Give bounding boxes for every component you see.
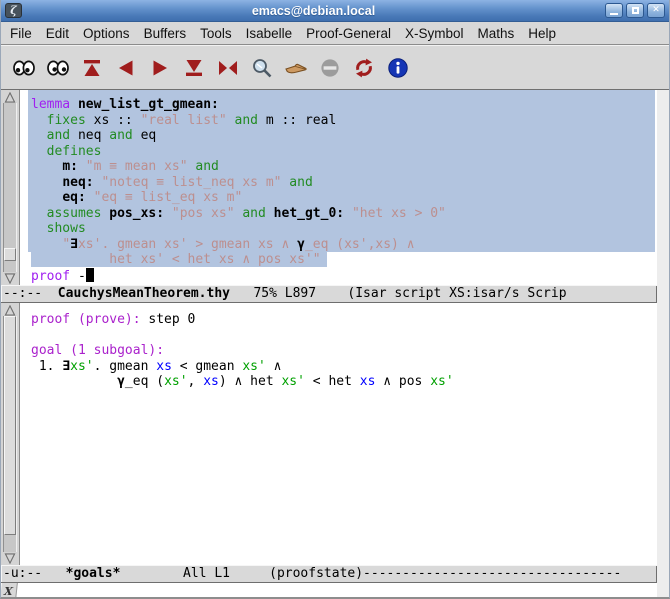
text-line: shows <box>28 221 655 237</box>
menu-maths[interactable]: Maths <box>470 24 521 43</box>
scrollbar-thumb[interactable] <box>4 316 16 535</box>
right-margin-gutter <box>656 90 669 599</box>
text-line: lemma new_list_gt_gmean: <box>28 97 655 113</box>
goals-mode-line: -u:-- *goals* All L1 (proofstate)-------… <box>1 565 657 583</box>
text-line: -u:-- *goals* All L1 (proofstate)-------… <box>3 566 657 582</box>
scrollbar-thumb[interactable] <box>4 248 16 261</box>
window-menu-icon[interactable]: ζ <box>5 3 22 18</box>
next-step-icon[interactable] <box>146 54 173 81</box>
text-line: 1. ∃xs'. gmean xs < gmean xs' ∧ <box>28 359 657 375</box>
menu-help[interactable]: Help <box>521 24 563 43</box>
goto-goal-eyes-icon[interactable] <box>10 54 37 81</box>
menu-x-symbol[interactable]: X-Symbol <box>398 24 471 43</box>
locked-region: lemma new_list_gt_gmean: fixes xs :: "re… <box>28 90 655 252</box>
menu-tools[interactable]: Tools <box>193 24 239 43</box>
scrollbar-track[interactable] <box>3 316 17 552</box>
close-button[interactable]: ✕ <box>647 3 665 18</box>
menu-bar: FileEditOptionsBuffersToolsIsabelleProof… <box>1 22 669 45</box>
goals-buffer-text[interactable]: proof (prove): step 0 goal (1 subgoal): 1… <box>20 303 657 565</box>
frame-body: lemma new_list_gt_gmean: fixes xs :: "re… <box>1 90 669 599</box>
script-mode-line: --:-- CauchysMeanTheorem.thy 75% L897 (I… <box>1 285 657 303</box>
text-line: proof (prove): step 0 <box>28 312 657 328</box>
minimize-button[interactable] <box>605 3 623 18</box>
show-state-eyes-icon[interactable] <box>44 54 71 81</box>
help-info-icon[interactable] <box>384 54 411 81</box>
text-line: γ_eq (xs', xs) ∧ het xs' < het xs ∧ pos … <box>28 374 657 390</box>
restart-icon[interactable] <box>350 54 377 81</box>
maximize-button[interactable] <box>626 3 644 18</box>
process-buffer-icon[interactable] <box>180 54 207 81</box>
undo-step-icon[interactable] <box>112 54 139 81</box>
menu-proof-general[interactable]: Proof-General <box>299 24 398 43</box>
text-line <box>28 328 657 344</box>
retract-buffer-icon[interactable] <box>78 54 105 81</box>
title-bar: ζ emacs@debian.local ✕ <box>1 0 669 22</box>
scrollbar-up-arrow-icon[interactable] <box>3 304 17 316</box>
scrollbar-up-arrow-icon[interactable] <box>3 91 17 103</box>
text-line: proof - <box>28 268 657 284</box>
text-cursor <box>86 268 94 282</box>
scrollbar-down-arrow-icon[interactable] <box>3 552 17 564</box>
text-line: defines <box>28 144 655 160</box>
find-theorems-icon[interactable] <box>248 54 275 81</box>
script-buffer-text[interactable]: lemma new_list_gt_gmean: fixes xs :: "re… <box>20 90 657 285</box>
text-line: "∃xs'. gmean xs' > gmean xs ∧ γ_eq (xs',… <box>28 237 655 253</box>
menu-options[interactable]: Options <box>76 24 137 43</box>
window-title: emacs@debian.local <box>22 4 605 18</box>
menu-buffers[interactable]: Buffers <box>137 24 194 43</box>
script-scrollbar <box>1 90 20 285</box>
menu-file[interactable]: File <box>3 24 39 43</box>
text-line: fixes xs :: "real list" and m :: real <box>28 113 655 129</box>
text-line: eq: "eq ≡ list_eq xs m" <box>28 190 655 206</box>
menu-edit[interactable]: Edit <box>39 24 76 43</box>
goals-scrollbar <box>1 303 20 565</box>
text-line: --:-- CauchysMeanTheorem.thy 75% L897 (I… <box>3 286 657 302</box>
menu-isabelle[interactable]: Isabelle <box>239 24 300 43</box>
text-line: neq: "noteq ≡ list_neq xs m" and <box>28 175 655 191</box>
interrupt-icon[interactable] <box>316 54 343 81</box>
emacs-window: ζ emacs@debian.local ✕ FileEditOptionsBu… <box>0 0 670 599</box>
goto-point-icon[interactable] <box>214 54 241 81</box>
scrollbar-track[interactable] <box>3 103 17 272</box>
text-line: assumes pos_xs: "pos xs" and het_gt_0: "… <box>28 206 655 222</box>
proof-general-toolbar <box>1 45 669 90</box>
text-line: het xs' < het xs ∧ pos xs'" <box>28 252 657 268</box>
text-line: m: "m ≡ mean xs" and <box>28 159 655 175</box>
script-buffer-window: lemma new_list_gt_gmean: fixes xs :: "re… <box>1 90 657 285</box>
scrollbar-down-arrow-icon[interactable] <box>3 272 17 284</box>
text-line: and neq and eq <box>28 128 655 144</box>
text-line: goal (1 subgoal): <box>28 343 657 359</box>
minibuffer[interactable]: X <box>1 583 657 599</box>
minibuffer-scrollbar-placeholder-icon: X <box>0 583 18 599</box>
goals-buffer-window: proof (prove): step 0 goal (1 subgoal): 1… <box>1 303 657 565</box>
issue-command-icon[interactable] <box>282 54 309 81</box>
